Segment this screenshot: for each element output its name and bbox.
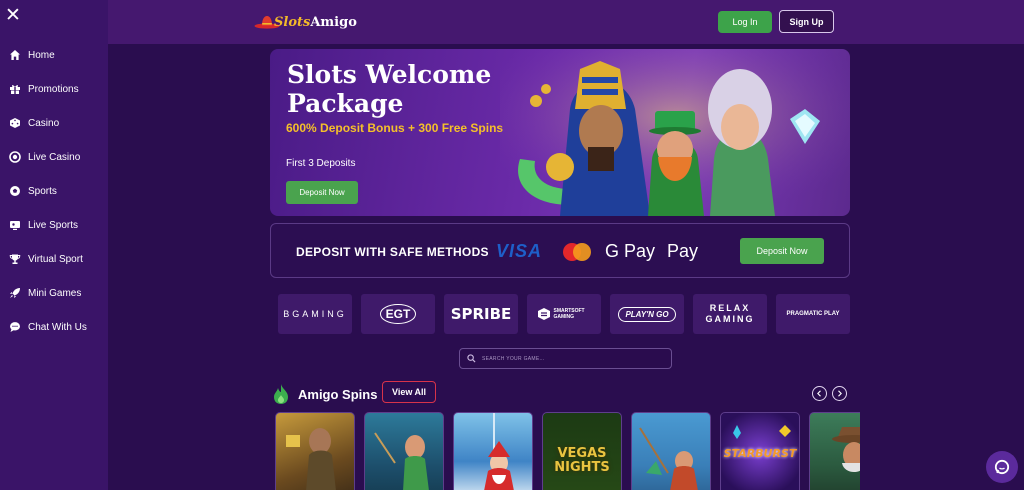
top-header: SlotsAmigo Log In Sign Up <box>108 0 1024 44</box>
game-title: STARBURST <box>723 447 797 460</box>
chevron-left-icon <box>817 390 821 397</box>
sidebar-item-virtual-sport[interactable]: Virtual Sport <box>0 242 108 276</box>
sidebar-item-label: Promotions <box>28 83 79 95</box>
sidebar-item-label: Live Casino <box>28 151 81 163</box>
home-icon <box>9 49 21 61</box>
provider-list: BGAMING EGT SPRIBE SMARTSOFT GAMING PLAY… <box>278 294 856 334</box>
sidebar-item-label: Live Sports <box>28 219 79 231</box>
site-logo[interactable]: SlotsAmigo <box>254 9 357 35</box>
game-search[interactable] <box>459 348 672 369</box>
google-pay-logo: G Pay <box>605 241 656 261</box>
visa-logo: VISA <box>496 241 543 261</box>
game-tile[interactable] <box>453 412 533 490</box>
sidebar-item-label: Casino <box>28 117 60 129</box>
apple-pay-logo: Pay <box>667 241 699 261</box>
provider-bgaming[interactable]: BGAMING <box>278 294 352 334</box>
sidebar-item-chat[interactable]: Chat With Us <box>0 310 108 344</box>
sidebar-nav: Home Promotions Casino Live Casino Sport… <box>0 38 108 344</box>
chat-bubble-icon <box>994 459 1010 475</box>
sidebar-item-label: Sports <box>28 185 57 197</box>
flame-icon <box>274 384 288 404</box>
chevron-right-icon <box>838 390 842 397</box>
chat-support-button[interactable] <box>986 451 1018 483</box>
provider-name: EGT <box>379 304 417 324</box>
sidebar-item-live-sports[interactable]: Live Sports <box>0 208 108 242</box>
provider-smartsoft[interactable]: SMARTSOFT GAMING <box>527 294 601 334</box>
provider-name: SPRIBE <box>450 305 512 323</box>
banner-title: Slots Welcome Package <box>287 60 492 118</box>
close-icon[interactable]: ✕ <box>5 6 21 25</box>
live-tv-icon <box>9 219 21 231</box>
deposit-methods-text: DEPOSIT WITH SAFE METHODS <box>296 245 489 259</box>
game-thumbnail <box>286 428 336 490</box>
carousel-next-button[interactable] <box>832 386 847 401</box>
provider-playngo[interactable]: PLAY'N GO <box>610 294 684 334</box>
provider-spribe[interactable]: SPRIBE <box>444 294 518 334</box>
provider-name: BGAMING <box>283 309 347 319</box>
provider-egt[interactable]: EGT <box>361 294 435 334</box>
sidebar-item-label: Home <box>28 49 55 61</box>
sidebar-item-sports[interactable]: Sports <box>0 174 108 208</box>
smartsoft-icon <box>537 308 550 320</box>
game-thumbnail <box>832 427 860 472</box>
provider-name: PRAGMATIC PLAY <box>786 311 840 317</box>
game-tile[interactable] <box>809 412 860 490</box>
mastercard-logo <box>563 243 591 261</box>
trophy-icon <box>9 253 21 265</box>
game-title: VEGAS NIGHTS <box>554 446 610 475</box>
view-all-button[interactable]: View All <box>382 381 436 403</box>
banner-deposit-button[interactable]: Deposit Now <box>286 181 358 204</box>
game-tile[interactable] <box>364 412 444 490</box>
sidebar-item-label: Chat With Us <box>28 321 87 333</box>
deposit-methods-bar: DEPOSIT WITH SAFE METHODS VISA G Pay Pay… <box>270 223 850 278</box>
game-tile[interactable]: VEGAS NIGHTS <box>542 412 622 490</box>
sidebar-item-label: Mini Games <box>28 287 82 299</box>
sidebar-item-home[interactable]: Home <box>0 38 108 72</box>
sidebar-item-casino[interactable]: Casino <box>0 106 108 140</box>
provider-name: PLAY'N GO <box>618 306 676 322</box>
provider-name: RELAX GAMING <box>705 303 755 324</box>
provider-relax[interactable]: RELAX GAMING <box>693 294 767 334</box>
sidebar-item-label: Virtual Sport <box>28 253 83 265</box>
rocket-icon <box>9 287 21 299</box>
dice-icon <box>9 117 21 129</box>
game-thumbnail <box>484 413 514 490</box>
provider-name: SMARTSOFT GAMING <box>553 308 585 320</box>
game-tile[interactable]: STARBURST <box>720 412 800 490</box>
provider-pragmatic[interactable]: PRAGMATIC PLAY <box>776 294 850 334</box>
logo-text-slots: Slots <box>274 14 311 30</box>
search-input[interactable] <box>482 355 662 362</box>
welcome-banner[interactable]: Slots Welcome Package 600% Deposit Bonus… <box>270 49 850 216</box>
game-thumbnail <box>639 427 698 490</box>
chat-icon <box>9 321 21 333</box>
game-tile[interactable] <box>275 412 355 490</box>
sidebar-item-promotions[interactable]: Promotions <box>0 72 108 106</box>
banner-note: First 3 Deposits <box>286 158 356 169</box>
signup-button[interactable]: Sign Up <box>779 10 834 33</box>
gift-icon <box>9 83 21 95</box>
game-tile[interactable] <box>631 412 711 490</box>
sidebar-item-live-casino[interactable]: Live Casino <box>0 140 108 174</box>
chip-icon <box>9 151 21 163</box>
banner-subtitle: 600% Deposit Bonus + 300 Free Spins <box>286 121 504 135</box>
game-thumbnail <box>374 432 429 490</box>
logo-text-amigo: Amigo <box>310 14 357 30</box>
login-button[interactable]: Log In <box>718 11 772 33</box>
carousel-prev-button[interactable] <box>812 386 827 401</box>
section-title: Amigo Spins <box>298 387 378 402</box>
game-carousel: VEGAS NIGHTS STARBURST <box>275 412 860 490</box>
search-icon <box>467 354 476 363</box>
soccer-ball-icon <box>9 185 21 197</box>
sidebar: ✕ Home Promotions Casino Live Casino Spo… <box>0 0 108 490</box>
banner-characters-illustration <box>500 49 850 216</box>
sidebar-item-mini-games[interactable]: Mini Games <box>0 276 108 310</box>
deposit-now-button[interactable]: Deposit Now <box>740 238 824 264</box>
